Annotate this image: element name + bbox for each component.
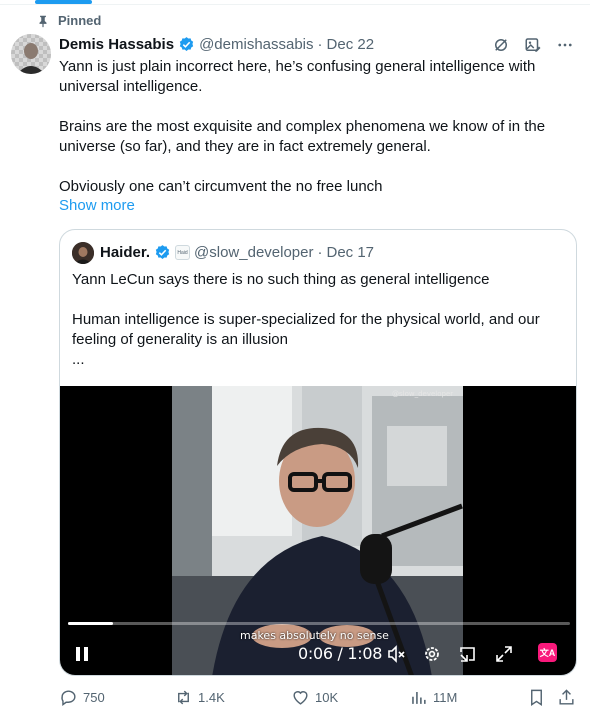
video-watermark: @slow_developer xyxy=(392,390,454,398)
video-controls: 0:06 / 1:08 文A xyxy=(60,638,576,670)
quoted-author-avatar[interactable] xyxy=(72,242,94,264)
video-progress-fill xyxy=(68,622,114,625)
views-chart-icon xyxy=(412,691,426,704)
tweet-date[interactable]: Dec 22 xyxy=(327,36,375,53)
repost-icon xyxy=(178,690,189,705)
share-icon xyxy=(559,689,574,705)
share-button[interactable] xyxy=(557,688,576,707)
quoted-paragraph: Human intelligence is super-specialized … xyxy=(72,311,540,348)
quoted-tweet[interactable]: Haider. Haid @slow_developer · Dec 17 Ya… xyxy=(59,229,577,676)
verified-badge-icon[interactable] xyxy=(178,36,195,53)
pinned-label: Pinned xyxy=(36,13,101,28)
reply-count: 750 xyxy=(83,690,105,705)
show-more-link[interactable]: Show more xyxy=(59,197,135,214)
separator-dot: · xyxy=(317,244,323,261)
reply-button[interactable]: 750 xyxy=(59,688,105,707)
repost-button[interactable]: 1.4K xyxy=(174,688,225,707)
avatar-image xyxy=(11,34,51,74)
affiliation-badge: Haid xyxy=(175,245,191,260)
author-handle[interactable]: @demishassabis xyxy=(199,36,313,53)
repost-count: 1.4K xyxy=(198,690,225,705)
mute-icon[interactable] xyxy=(386,644,406,664)
quoted-tweet-body: Yann LeCun says there is no such thing a… xyxy=(72,270,566,370)
like-count: 10K xyxy=(315,690,339,705)
video-player[interactable]: @slow_developer makes absolutely no sens… xyxy=(60,386,576,675)
picture-in-picture-icon[interactable] xyxy=(458,644,478,664)
tweet-body: Yann is just plain incorrect here, he’s … xyxy=(59,57,569,197)
verified-badge-icon xyxy=(155,245,170,259)
pin-icon xyxy=(39,15,47,27)
like-button[interactable]: 10K xyxy=(291,688,338,707)
bookmark-button[interactable] xyxy=(527,688,546,707)
fullscreen-icon[interactable] xyxy=(494,644,514,664)
quoted-paragraph: ... xyxy=(72,351,85,368)
tweet-action-bar: 750 1.4K 10K 11M xyxy=(59,688,579,710)
video-progress-bar[interactable] xyxy=(68,622,570,625)
author-avatar[interactable] xyxy=(11,34,51,74)
tweet-paragraph: Yann is just plain incorrect here, he’s … xyxy=(59,58,536,95)
quoted-author-name[interactable]: Haider. xyxy=(100,244,150,261)
image-edit-icon[interactable] xyxy=(522,34,544,56)
view-count: 11M xyxy=(433,690,458,705)
pinned-text: Pinned xyxy=(58,13,102,28)
tweet-paragraph: Obviously one can’t circumvent the no fr… xyxy=(59,178,383,195)
pause-icon[interactable] xyxy=(72,644,92,664)
more-options-icon[interactable] xyxy=(554,34,576,56)
separator-dot: · xyxy=(317,36,323,53)
quoted-tweet-header: Haider. Haid @slow_developer · Dec 17 xyxy=(100,244,374,261)
video-time: 0:06 / 1:08 xyxy=(298,644,383,663)
grok-icon[interactable] xyxy=(490,34,512,56)
quoted-tweet-date: Dec 17 xyxy=(326,244,375,261)
views-button[interactable]: 11M xyxy=(409,688,457,707)
tweet-paragraph: Brains are the most exquisite and comple… xyxy=(59,118,546,155)
bookmark-icon xyxy=(531,689,542,706)
reply-icon xyxy=(61,690,76,707)
heart-icon xyxy=(293,691,308,705)
divider xyxy=(0,4,590,5)
translate-icon[interactable]: 文A xyxy=(538,643,557,662)
tweet-header: Demis Hassabis @demishassabis · Dec 22 xyxy=(59,36,374,53)
author-name[interactable]: Demis Hassabis xyxy=(59,36,174,53)
settings-gear-icon[interactable] xyxy=(422,644,442,664)
tweet-header-actions xyxy=(490,34,576,56)
quoted-paragraph: Yann LeCun says there is no such thing a… xyxy=(72,271,490,288)
quoted-author-handle: @slow_developer xyxy=(194,244,314,261)
quoted-avatar-image xyxy=(72,242,94,264)
